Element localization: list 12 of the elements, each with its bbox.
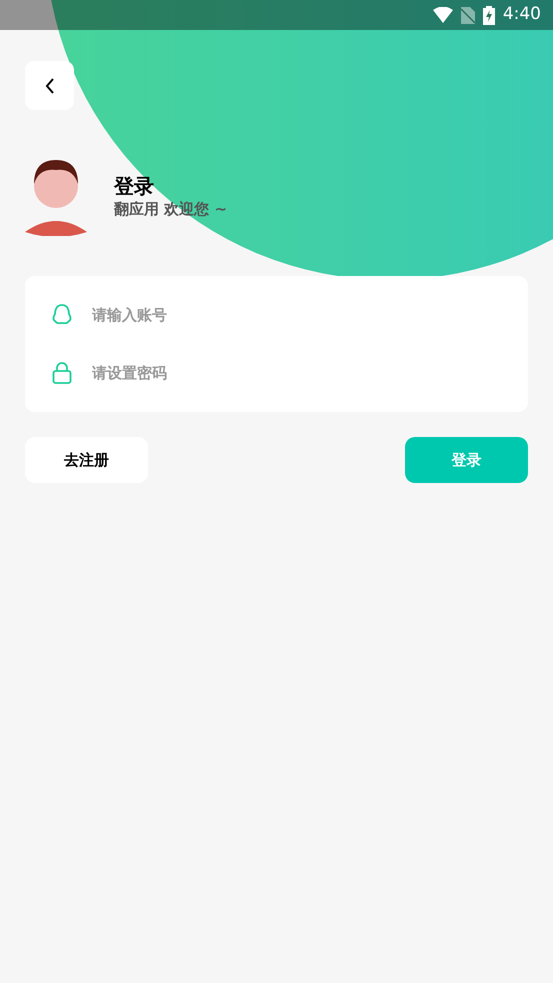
account-field[interactable]: 请输入账号 <box>90 302 470 328</box>
password-field[interactable]: 请设置密码 <box>90 360 470 386</box>
no-sim-icon <box>460 6 475 24</box>
register-button[interactable]: 去注册 <box>25 437 148 483</box>
user-icon <box>50 303 74 327</box>
lock-icon <box>50 361 74 385</box>
page-title: 登录 <box>114 174 155 198</box>
back-button[interactable] <box>25 61 74 110</box>
avatar-icon <box>25 158 87 236</box>
clock-time: 4:40 <box>502 3 541 26</box>
wifi-icon <box>432 7 453 23</box>
welcome-subtitle: 翻应用 欢迎您 ~ <box>114 198 228 220</box>
